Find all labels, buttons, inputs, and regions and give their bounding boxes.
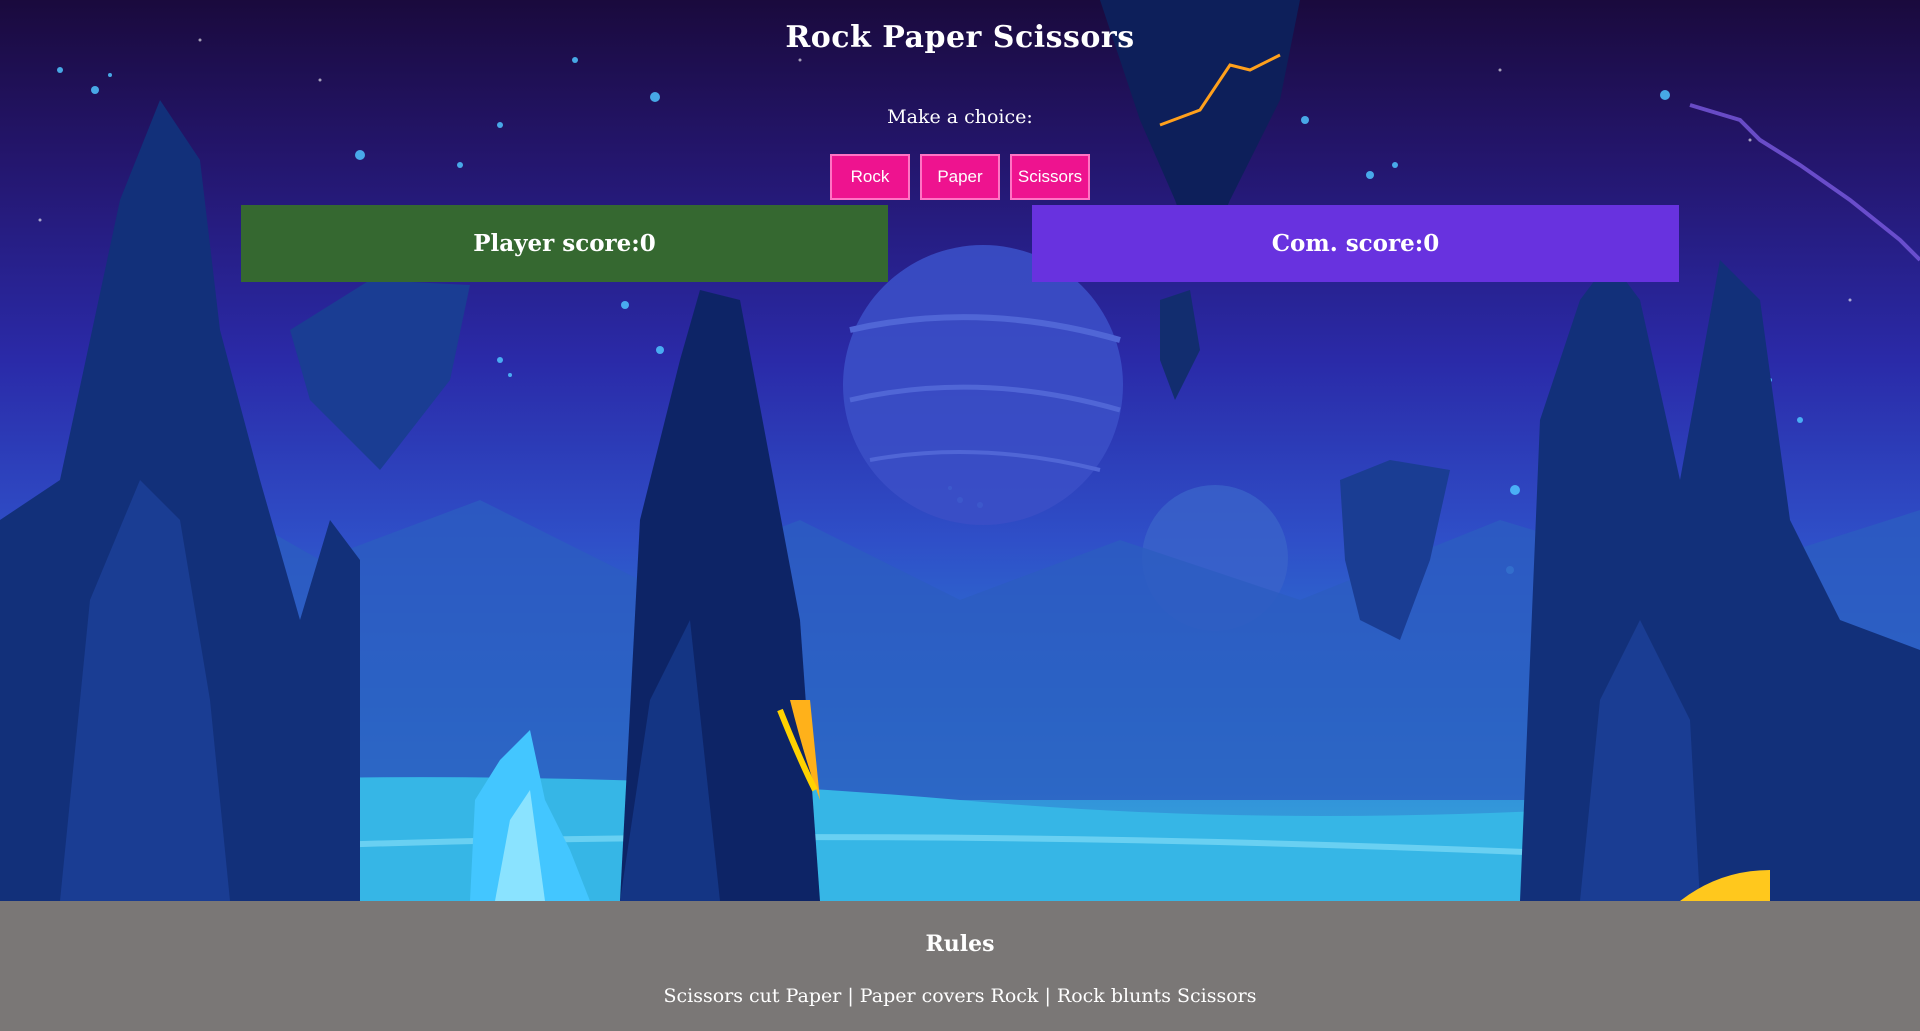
choice-prompt: Make a choice: [887,106,1033,128]
game-page: Rock Paper Scissors Make a choice: Rock … [0,0,1920,1031]
paper-button[interactable]: Paper [920,154,1000,200]
player-score-label: Player score:0 [473,230,656,257]
player-score-box: Player score:0 [241,205,888,282]
page-title: Rock Paper Scissors [785,20,1135,55]
alien-landscape-illustration [0,0,1920,901]
choice-buttons: Rock Paper Scissors [830,154,1090,200]
rules-title: Rules [925,931,995,957]
rock-button[interactable]: Rock [830,154,910,200]
rules-text: Scissors cut Paper | Paper covers Rock |… [663,985,1257,1007]
com-score-box: Com. score:0 [1032,205,1679,282]
rules-section: Rules Scissors cut Paper | Paper covers … [0,901,1920,1031]
scissors-button[interactable]: Scissors [1010,154,1090,200]
background-scene [0,0,1920,901]
com-score-label: Com. score:0 [1271,230,1440,257]
